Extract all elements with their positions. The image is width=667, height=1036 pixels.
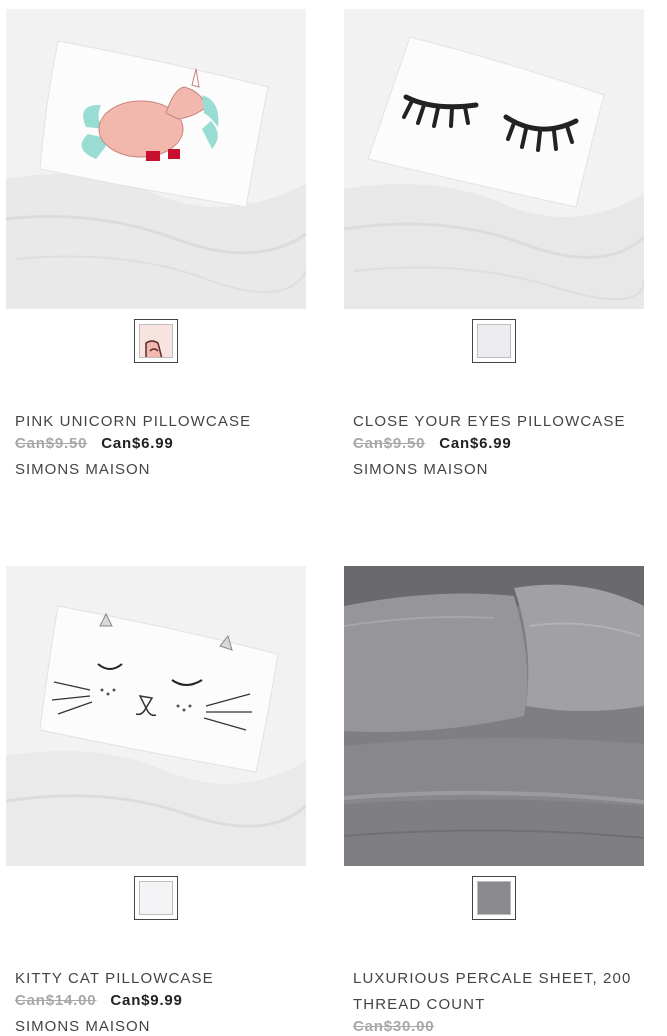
color-swatch[interactable] — [134, 876, 178, 920]
swatch-color — [477, 324, 511, 358]
product-brand[interactable]: SIMONS MAISON — [15, 1018, 151, 1035]
product-price: Can$14.00 Can$9.99 — [15, 992, 183, 1009]
product-price: Can$9.50 Can$6.99 — [353, 435, 512, 452]
product-image[interactable] — [344, 9, 644, 309]
product-image[interactable] — [344, 566, 644, 866]
product-price: Can$30.00 — [353, 1018, 448, 1035]
product-price: Can$9.50 Can$6.99 — [15, 435, 174, 452]
color-swatch[interactable] — [134, 319, 178, 363]
swatch-thumbnail-icon — [145, 340, 163, 357]
product-brand[interactable]: SIMONS MAISON — [353, 461, 489, 478]
sale-price: Can$6.99 — [101, 435, 174, 452]
original-price: Can$14.00 — [15, 992, 97, 1009]
sale-price: Can$6.99 — [439, 435, 512, 452]
product-brand[interactable]: SIMONS MAISON — [15, 461, 151, 478]
color-swatch[interactable] — [472, 876, 516, 920]
product-name[interactable]: LUXURIOUS PERCALE SHEET, 200 THREAD COUN… — [353, 966, 643, 1018]
original-price: Can$9.50 — [353, 435, 426, 452]
product-name[interactable]: KITTY CAT PILLOWCASE — [15, 966, 305, 992]
product-name[interactable]: PINK UNICORN PILLOWCASE — [15, 409, 305, 435]
original-price: Can$30.00 — [353, 1018, 435, 1035]
product-image[interactable] — [6, 9, 306, 309]
swatch-color — [477, 881, 511, 915]
swatch-color — [139, 881, 173, 915]
product-name[interactable]: CLOSE YOUR EYES PILLOWCASE — [353, 409, 643, 435]
original-price: Can$9.50 — [15, 435, 88, 452]
color-swatch[interactable] — [472, 319, 516, 363]
sale-price: Can$9.99 — [110, 992, 183, 1009]
swatch-color — [139, 324, 173, 358]
product-image[interactable] — [6, 566, 306, 866]
